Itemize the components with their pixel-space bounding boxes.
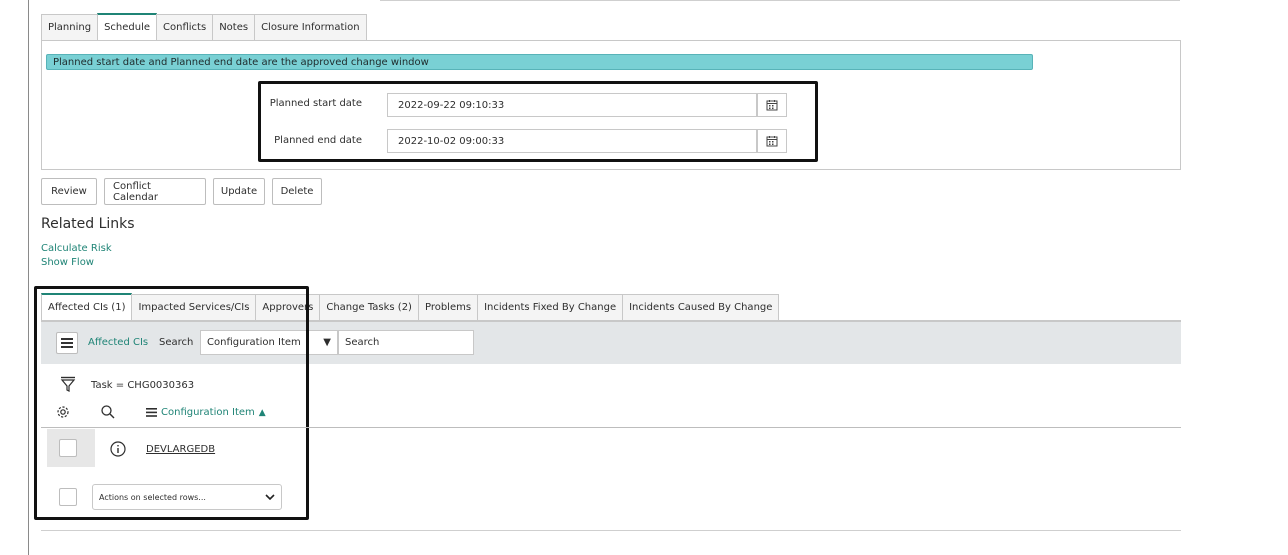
row-checkbox[interactable] — [59, 439, 77, 457]
update-button[interactable]: Update — [213, 178, 265, 205]
planned-start-label: Planned start date — [269, 98, 362, 109]
tab-planning[interactable]: Planning — [41, 14, 99, 40]
select-all-checkbox[interactable] — [59, 488, 77, 506]
calendar-icon — [766, 136, 778, 147]
planned-end-label: Planned end date — [274, 135, 362, 146]
planned-start-input[interactable]: 2022-09-22 09:10:33 — [387, 93, 757, 117]
tab-closure-information[interactable]: Closure Information — [254, 14, 367, 40]
sort-ascending-icon: ▲ — [258, 407, 266, 418]
planned-end-value: 2022-10-02 09:00:33 — [398, 135, 505, 147]
gear-icon[interactable] — [56, 405, 70, 422]
header-divider — [41, 427, 1181, 428]
chevron-down-icon — [265, 494, 275, 500]
tab-schedule[interactable]: Schedule — [97, 13, 158, 40]
related-links-heading: Related Links — [41, 216, 135, 232]
column-header-label: Configuration Item — [161, 407, 255, 418]
planned-start-calendar-button[interactable] — [757, 93, 787, 117]
banner-text: Planned start date and Planned end date … — [53, 56, 429, 68]
filter-breadcrumb[interactable]: Task = CHG0030363 — [91, 380, 194, 391]
tab-incidents-caused[interactable]: Incidents Caused By Change — [622, 294, 780, 320]
calendar-icon — [766, 100, 778, 111]
search-input-placeholder: Search — [345, 337, 380, 348]
tab-notes[interactable]: Notes — [212, 14, 256, 40]
actions-on-selected-rows-select[interactable]: Actions on selected rows... — [92, 484, 282, 510]
form-tabs: Planning Schedule Conflicts Notes Closur… — [41, 13, 367, 40]
filter-funnel-icon[interactable] — [60, 376, 76, 395]
approved-window-banner: Planned start date and Planned end date … — [46, 54, 1033, 70]
info-icon[interactable] — [110, 441, 126, 460]
list-bottom-border — [41, 530, 1181, 531]
tab-conflicts[interactable]: Conflicts — [156, 14, 214, 40]
planned-end-calendar-button[interactable] — [757, 129, 787, 153]
conflict-calendar-button[interactable]: Conflict Calendar — [104, 178, 206, 205]
column-menu-icon — [146, 408, 157, 417]
page-left-border — [28, 0, 29, 555]
tab-incidents-fixed[interactable]: Incidents Fixed By Change — [477, 294, 624, 320]
review-button[interactable]: Review — [41, 178, 97, 205]
search-icon[interactable] — [100, 404, 116, 423]
column-header-configuration-item[interactable]: Configuration Item ▲ — [146, 407, 266, 418]
calculate-risk-link[interactable]: Calculate Risk — [41, 243, 112, 254]
chevron-down-icon: ▼ — [323, 337, 331, 348]
actions-select-placeholder: Actions on selected rows... — [99, 492, 206, 502]
page-top-border — [380, 0, 1180, 1]
planned-start-value: 2022-09-22 09:10:33 — [398, 99, 505, 111]
planned-end-input[interactable]: 2022-10-02 09:00:33 — [387, 129, 757, 153]
delete-button[interactable]: Delete — [272, 178, 322, 205]
ci-link-devlargedb[interactable]: DEVLARGEDB — [146, 444, 215, 455]
show-flow-link[interactable]: Show Flow — [41, 257, 94, 268]
tab-change-tasks[interactable]: Change Tasks (2) — [319, 294, 419, 320]
tab-problems[interactable]: Problems — [417, 294, 479, 320]
search-input[interactable]: Search — [338, 330, 474, 355]
